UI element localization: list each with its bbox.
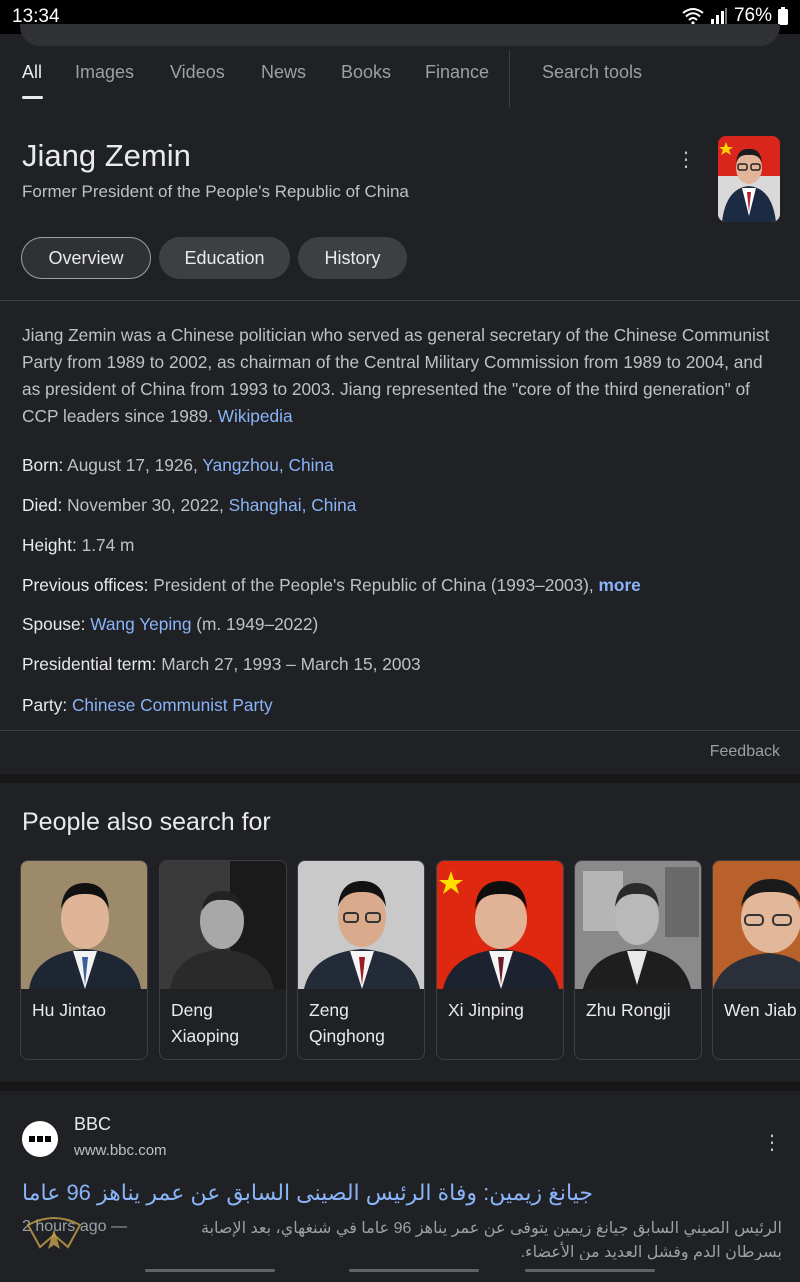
entity-description: Jiang Zemin was a Chinese politician who… [22,322,782,430]
entity-title: Jiang Zemin [22,138,191,173]
tab-images[interactable]: Images [75,62,134,83]
fact-label: Height: [22,535,77,555]
person-card[interactable]: Hu Jintao [20,860,148,1060]
person-card[interactable]: Deng Xiaoping [159,860,287,1060]
person-name: Wen Jiab [724,1000,797,1020]
result-site-name[interactable]: BBC [74,1114,111,1135]
spouse-link[interactable]: Wang Yeping [90,614,191,634]
fact-presidential-term: Presidential term: March 27, 1993 – Marc… [22,654,421,675]
fact-label: Spouse: [22,614,86,634]
fact-previous-offices: Previous offices: President of the Peopl… [22,575,641,596]
fact-born: Born: August 17, 1926, Yangzhou, China [22,455,334,475]
person-photo [298,861,424,989]
gesture-bar [0,1260,800,1280]
tab-finance[interactable]: Finance [425,62,489,83]
person-name: Zhu Rongji [586,1000,671,1020]
tab-videos[interactable]: Videos [170,62,225,83]
person-photo [21,861,147,989]
birth-country-link[interactable]: China [289,455,334,475]
person-card[interactable]: Zeng Qinghong [297,860,425,1060]
wifi-icon [682,8,704,25]
tabs-divider [509,50,510,108]
tab-news[interactable]: News [261,62,306,83]
fact-died: Died: November 30, 2022, Shanghai, China [22,495,357,515]
tab-books[interactable]: Books [341,62,391,83]
fact-label: Party: [22,695,68,715]
person-card[interactable]: Xi Jinping [436,860,564,1060]
fact-spouse: Spouse: Wang Yeping (m. 1949–2022) [22,614,318,635]
fact-height: Height: 1.74 m [22,535,134,556]
more-options-icon[interactable]: ⋮ [676,150,696,170]
wikipedia-link[interactable]: Wikipedia [218,406,293,426]
result-snippet: الرئيس الصيني السابق جيانغ زيمين يتوفى ع… [201,1220,782,1237]
fact-value: March 27, 1993 – March 15, 2003 [161,654,421,674]
entity-subtitle: Former President of the People's Republi… [22,182,409,201]
chip-overview[interactable]: Overview [21,237,151,279]
fact-label: Born: [22,455,64,475]
signal-icon [710,8,727,24]
chip-education[interactable]: Education [159,237,290,279]
chip-history[interactable]: History [298,237,407,279]
party-link[interactable]: Chinese Communist Party [72,695,273,715]
tab-search-tools[interactable]: Search tools [542,62,642,83]
fact-value: August 17, 1926, [67,455,198,475]
fact-label: Previous offices: [22,575,149,595]
person-photo [160,861,286,989]
result-snippet-line2: بسرطان الدم وفشل العديد من الأعضاء. [520,1244,782,1261]
section-separator [0,774,800,783]
person-card[interactable]: Zhu Rongji [574,860,702,1060]
section-separator [0,1082,800,1091]
result-url[interactable]: www.bbc.com [74,1142,167,1159]
description-text: Jiang Zemin was a Chinese politician who… [22,325,770,426]
search-box-edge[interactable] [20,24,780,46]
person-card[interactable]: Wen Jiab [712,860,800,1060]
birthplace-link[interactable]: Yangzhou [202,455,279,475]
fact-value: 1.74 m [81,535,135,555]
battery-icon [778,7,788,25]
bbc-logo-icon [22,1121,58,1157]
feedback-link[interactable]: Feedback [710,743,780,761]
person-photo [437,861,563,989]
section-title: People also search for [22,808,271,836]
person-name: Deng Xiaoping [171,1000,240,1046]
death-country-link[interactable]: China [311,495,356,515]
tab-all[interactable]: All [22,62,42,83]
result-title-link[interactable]: جيانغ زيمين: وفاة الرئيس الصينى السابق ع… [22,1180,593,1206]
more-link[interactable]: more [599,575,641,595]
entity-photo[interactable] [718,136,780,222]
result-more-options-icon[interactable]: ⋮ [762,1130,782,1155]
search-tabs: All Images Videos News Books Finance Sea… [0,62,800,100]
fact-value: November 30, 2022, [67,495,224,515]
fact-value: (m. 1949–2022) [196,614,319,634]
person-photo [575,861,701,989]
fact-party: Party: Chinese Communist Party [22,695,273,716]
fact-value: President of the People's Republic of Ch… [153,575,594,595]
person-name: Xi Jinping [448,1000,524,1020]
person-name: Hu Jintao [32,1000,106,1020]
fact-label: Died: [22,495,63,515]
person-photo [713,861,800,989]
person-name: Zeng Qinghong [309,1000,385,1046]
active-tab-indicator [22,96,43,99]
divider [0,300,800,301]
divider [0,730,800,731]
deathplace-link[interactable]: Shanghai [229,495,302,515]
fact-label: Presidential term: [22,654,157,674]
